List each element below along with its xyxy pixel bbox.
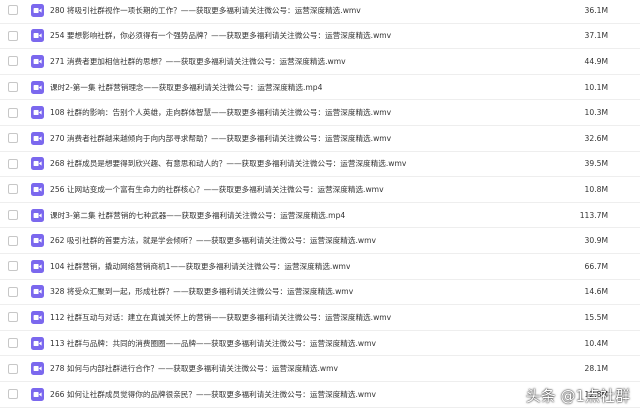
file-size: 66.7M (584, 261, 608, 271)
video-file-icon (31, 336, 44, 350)
file-size: 15.5M (584, 312, 608, 322)
row-checkbox[interactable] (8, 56, 18, 67)
row-checkbox[interactable] (8, 389, 18, 400)
row-checkbox[interactable] (8, 184, 18, 195)
video-file-icon (31, 157, 44, 171)
row-checkbox[interactable] (8, 210, 18, 221)
row-checkbox[interactable] (8, 261, 18, 272)
row-checkbox[interactable] (8, 82, 18, 93)
file-row[interactable]: 328 将受众汇聚到一起，形成社群？——获取更多福利请关注微公号：运营深度精选.… (0, 280, 640, 306)
file-name[interactable]: 104 社群营销，撬动网络营销商机1——获取更多福利请关注微公号：运营深度精选.… (50, 261, 350, 272)
file-name[interactable]: 280 将吸引社群视作一项长期的工作？——获取更多福利请关注微公号：运营深度精选… (50, 5, 361, 16)
video-file-icon (31, 131, 44, 145)
video-file-icon (31, 80, 44, 94)
video-file-icon (31, 362, 44, 376)
file-name[interactable]: 268 社群成员是想要得到欣兴趣、有意思和动人的？——获取更多福利请关注微公号：… (50, 158, 406, 169)
video-file-icon (31, 387, 44, 401)
file-list: 280 将吸引社群视作一项长期的工作？——获取更多福利请关注微公号：运营深度精选… (0, 0, 640, 408)
row-checkbox[interactable] (8, 107, 18, 118)
row-checkbox[interactable] (8, 158, 18, 169)
file-row[interactable]: 104 社群营销，撬动网络营销商机1——获取更多福利请关注微公号：运营深度精选.… (0, 254, 640, 280)
file-name[interactable]: 课时3-第二集 社群营销的七种武器——获取更多福利请关注微公号：运营深度精选.m… (50, 210, 345, 221)
row-checkbox[interactable] (8, 338, 18, 349)
file-name[interactable]: 266 如何让社群成员觉得你的品牌很亲民？——获取更多福利请关注微公号：运营深度… (50, 389, 376, 400)
file-row[interactable]: 270 消费者社群越来越倾向于向内部寻求帮助？——获取更多福利请关注微公号：运营… (0, 126, 640, 152)
file-row[interactable]: 278 如何与内部社群进行合作？——获取更多福利请关注微公号：运营深度精选.wm… (0, 356, 640, 382)
file-size: 44.9M (584, 56, 608, 66)
video-file-icon (31, 310, 44, 324)
file-name[interactable]: 270 消费者社群越来越倾向于向内部寻求帮助？——获取更多福利请关注微公号：运营… (50, 133, 391, 144)
video-file-icon (31, 106, 44, 120)
file-row[interactable]: 课时3-第二集 社群营销的七种武器——获取更多福利请关注微公号：运营深度精选.m… (0, 203, 640, 229)
file-row[interactable]: 262 吸引社群的首要方法，就是学会倾听？——获取更多福利请关注微公号：运营深度… (0, 228, 640, 254)
row-checkbox[interactable] (8, 286, 18, 297)
file-row[interactable]: 280 将吸引社群视作一项长期的工作？——获取更多福利请关注微公号：运营深度精选… (0, 0, 640, 24)
file-size: 10.4M (584, 338, 608, 348)
row-checkbox[interactable] (8, 133, 18, 144)
file-name[interactable]: 278 如何与内部社群进行合作？——获取更多福利请关注微公号：运营深度精选.wm… (50, 363, 338, 374)
file-name[interactable]: 262 吸引社群的首要方法，就是学会倾听？——获取更多福利请关注微公号：运营深度… (50, 235, 376, 246)
video-file-icon (31, 234, 44, 248)
file-row[interactable]: 254 要想影响社群，你必须得有一个强势品牌？——获取更多福利请关注微公号：运营… (0, 24, 640, 50)
file-row[interactable]: 256 让网站变成一个富有生命力的社群核心？——获取更多福利请关注微公号：运营深… (0, 177, 640, 203)
video-file-icon (31, 54, 44, 68)
row-checkbox[interactable] (8, 363, 18, 374)
file-size: 36.1M (584, 5, 608, 15)
file-row[interactable]: 113 社群与品牌：共同的消费圈圈——品牌——获取更多福利请关注微公号：运营深度… (0, 331, 640, 357)
file-row[interactable]: 271 消费者更加相信社群的思想？——获取更多福利请关注微公号：运营深度精选.w… (0, 49, 640, 75)
file-size: 28.1M (584, 364, 608, 374)
file-row[interactable]: 108 社群的影响：告别个人英雄，走向群体智慧——获取更多福利请关注微公号：运营… (0, 100, 640, 126)
file-size: 113.7M (579, 210, 608, 220)
row-checkbox[interactable] (8, 312, 18, 323)
row-checkbox[interactable] (8, 235, 18, 246)
video-file-icon (31, 182, 44, 196)
file-name[interactable]: 113 社群与品牌：共同的消费圈圈——品牌——获取更多福利请关注微公号：运营深度… (50, 338, 376, 349)
video-file-icon (31, 3, 44, 17)
file-row[interactable]: 112 社群互动与对话：建立在真诚关怀上的营销——获取更多福利请关注微公号：运营… (0, 305, 640, 331)
file-name[interactable]: 254 要想影响社群，你必须得有一个强势品牌？——获取更多福利请关注微公号：运营… (50, 30, 391, 41)
file-size: 14.6M (584, 287, 608, 297)
file-size: 10.3M (584, 108, 608, 118)
file-size: 39.5M (584, 159, 608, 169)
row-checkbox[interactable] (8, 5, 18, 16)
file-name[interactable]: 课时2-第一集 社群营销理念——获取更多福利请关注微公号：运营深度精选.mp4 (50, 82, 322, 93)
video-file-icon (31, 208, 44, 222)
watermark: 头条 @1点社群 (525, 387, 630, 405)
file-size: 30.9M (584, 236, 608, 246)
file-size: 32.6M (584, 133, 608, 143)
file-name[interactable]: 256 让网站变成一个富有生命力的社群核心？——获取更多福利请关注微公号：运营深… (50, 184, 384, 195)
file-size: 37.1M (584, 31, 608, 41)
file-name[interactable]: 271 消费者更加相信社群的思想？——获取更多福利请关注微公号：运营深度精选.w… (50, 56, 346, 67)
file-row[interactable]: 课时2-第一集 社群营销理念——获取更多福利请关注微公号：运营深度精选.mp4 … (0, 75, 640, 101)
file-name[interactable]: 112 社群互动与对话：建立在真诚关怀上的营销——获取更多福利请关注微公号：运营… (50, 312, 391, 323)
video-file-icon (31, 285, 44, 299)
video-file-icon (31, 29, 44, 43)
file-row[interactable]: 268 社群成员是想要得到欣兴趣、有意思和动人的？——获取更多福利请关注微公号：… (0, 152, 640, 178)
row-checkbox[interactable] (8, 30, 18, 41)
file-name[interactable]: 328 将受众汇聚到一起，形成社群？——获取更多福利请关注微公号：运营深度精选.… (50, 286, 353, 297)
file-name[interactable]: 108 社群的影响：告别个人英雄，走向群体智慧——获取更多福利请关注微公号：运营… (50, 107, 391, 118)
video-file-icon (31, 259, 44, 273)
file-size: 10.8M (584, 184, 608, 194)
file-size: 10.1M (584, 82, 608, 92)
